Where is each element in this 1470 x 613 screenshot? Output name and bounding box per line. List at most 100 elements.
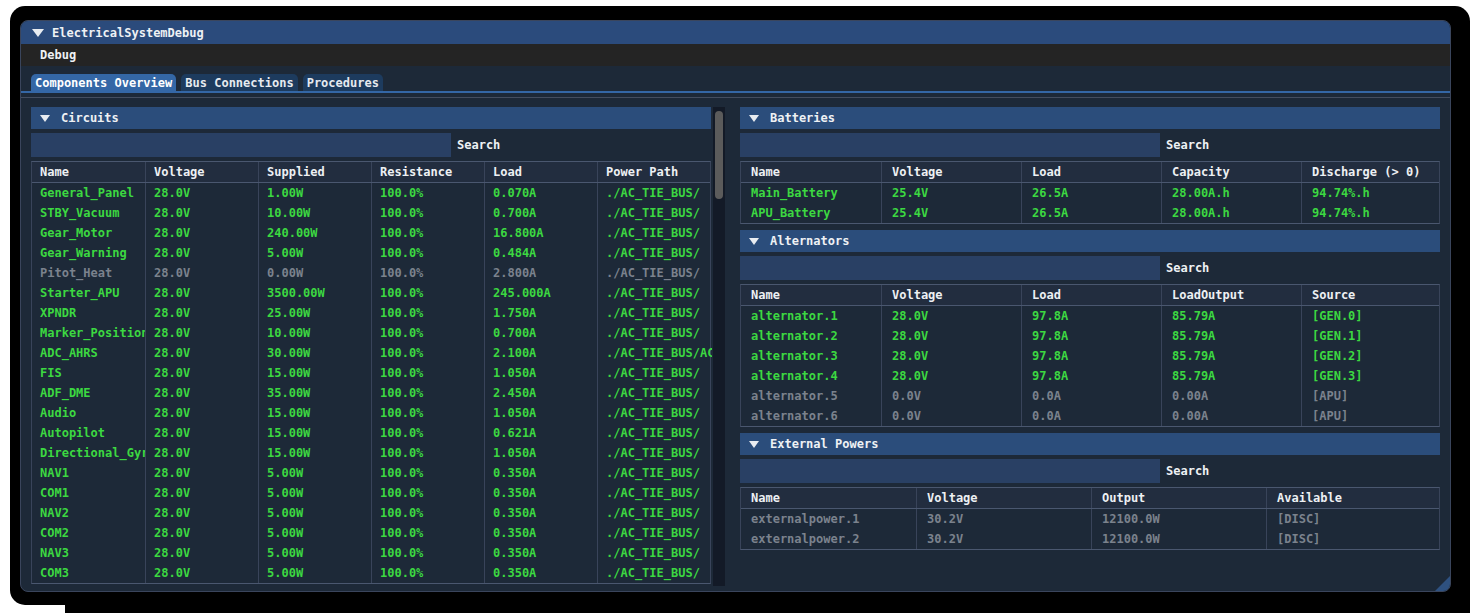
cell-loadoutput: 85.79A <box>1161 366 1301 386</box>
scrollbar-thumb[interactable] <box>715 111 723 199</box>
cell-load: 0.484A <box>484 243 597 263</box>
cell-output: 12100.0W <box>1091 509 1266 529</box>
cell-resistance: 100.0% <box>371 343 484 363</box>
table-row[interactable]: alternator.228.0V97.8A85.79A[GEN.1] <box>741 326 1439 346</box>
table-row[interactable]: Gear_Motor28.0V240.00W100.0%16.800A./AC_… <box>32 223 710 243</box>
resize-grip-icon[interactable] <box>1435 576 1450 591</box>
column-header-load[interactable]: Load <box>1021 285 1161 305</box>
column-header-output[interactable]: Output <box>1091 488 1266 508</box>
search-label: Search <box>1166 138 1209 152</box>
section-header-batteries[interactable]: Batteries <box>740 107 1440 129</box>
cell-name: COM2 <box>32 523 145 543</box>
cell-load: 0.0A <box>1021 386 1161 406</box>
cell-voltage: 28.0V <box>145 523 258 543</box>
column-header-name[interactable]: Name <box>32 162 145 182</box>
search-input[interactable] <box>31 133 451 157</box>
column-header-resistance[interactable]: Resistance <box>371 162 484 182</box>
column-header-voltage[interactable]: Voltage <box>916 488 1091 508</box>
cell-available: [DISC] <box>1266 509 1441 529</box>
search-input[interactable] <box>740 256 1160 280</box>
cell-name: COM1 <box>32 483 145 503</box>
column-header-load[interactable]: Load <box>1021 162 1161 182</box>
table-row[interactable]: ADF_DME28.0V35.00W100.0%2.450A./AC_TIE_B… <box>32 383 710 403</box>
cell-power-path: ./AC_TIE_BUS/ <box>597 243 712 263</box>
collapse-arrow-icon <box>40 115 50 122</box>
table-row[interactable]: Directional_Gyro28.0V15.00W100.0%1.050A.… <box>32 443 710 463</box>
table-header-row: NameVoltageOutputAvailable <box>741 488 1439 509</box>
search-input[interactable] <box>740 133 1160 157</box>
table-row[interactable]: Audio28.0V15.00W100.0%1.050A./AC_TIE_BUS… <box>32 403 710 423</box>
cell-power-path: ./AC_TIE_BUS/ <box>597 263 712 283</box>
column-header-load[interactable]: Load <box>484 162 597 182</box>
table-row[interactable]: alternator.60.0V0.0A0.00A[APU] <box>741 406 1439 426</box>
cell-output: 12100.0W <box>1091 529 1266 549</box>
column-header-name[interactable]: Name <box>741 285 881 305</box>
column-header-name[interactable]: Name <box>741 488 916 508</box>
column-header-supplied[interactable]: Supplied <box>258 162 371 182</box>
cell-name: COM3 <box>32 563 145 583</box>
table-row[interactable]: NAV228.0V5.00W100.0%0.350A./AC_TIE_BUS/ <box>32 503 710 523</box>
column-header-voltage[interactable]: Voltage <box>881 285 1021 305</box>
table-row[interactable]: Gear_Warning28.0V5.00W100.0%0.484A./AC_T… <box>32 243 710 263</box>
table-row[interactable]: APU_Battery25.4V26.5A28.00A.h94.74%.h <box>741 203 1439 223</box>
column-header-name[interactable]: Name <box>741 162 881 182</box>
table-row[interactable]: Starter_APU28.0V3500.00W100.0%245.000A./… <box>32 283 710 303</box>
menu-bar: Debug <box>21 44 1450 66</box>
cell-name: Gear_Motor <box>32 223 145 243</box>
cell-voltage: 28.0V <box>145 503 258 523</box>
cell-voltage: 28.0V <box>881 366 1021 386</box>
section-header-circuits[interactable]: Circuits <box>31 107 711 129</box>
column-header-loadoutput[interactable]: LoadOutput <box>1161 285 1301 305</box>
cell-voltage: 25.4V <box>881 183 1021 203</box>
table-row[interactable]: NAV128.0V5.00W100.0%0.350A./AC_TIE_BUS/ <box>32 463 710 483</box>
search-input[interactable] <box>740 459 1160 483</box>
table-row[interactable]: COM128.0V5.00W100.0%0.350A./AC_TIE_BUS/ <box>32 483 710 503</box>
cell-name: alternator.4 <box>741 366 881 386</box>
cell-power-path: ./AC_TIE_BUS/ <box>597 483 712 503</box>
cell-resistance: 100.0% <box>371 483 484 503</box>
column-header-available[interactable]: Available <box>1266 488 1441 508</box>
table-row[interactable]: externalpower.230.2V12100.0W[DISC] <box>741 529 1439 549</box>
table-row[interactable]: ADC_AHRS28.0V30.00W100.0%2.100A./AC_TIE_… <box>32 343 710 363</box>
column-header-voltage[interactable]: Voltage <box>881 162 1021 182</box>
cell-resistance: 100.0% <box>371 223 484 243</box>
table-row[interactable]: Autopilot28.0V15.00W100.0%0.621A./AC_TIE… <box>32 423 710 443</box>
cell-load: 0.0A <box>1021 406 1161 426</box>
table-row[interactable]: externalpower.130.2V12100.0W[DISC] <box>741 509 1439 529</box>
circuits-scrollbar[interactable] <box>713 107 725 586</box>
cell-supplied: 0.00W <box>258 263 371 283</box>
cell-resistance: 100.0% <box>371 463 484 483</box>
column-header-discharge-0-[interactable]: Discharge (> 0) <box>1301 162 1441 182</box>
table-row[interactable]: alternator.428.0V97.8A85.79A[GEN.3] <box>741 366 1439 386</box>
cell-voltage: 28.0V <box>145 303 258 323</box>
cell-supplied: 5.00W <box>258 483 371 503</box>
column-header-power-path[interactable]: Power Path <box>597 162 712 182</box>
electrical-system-debug-window: ElectricalSystemDebug Debug Components O… <box>20 20 1451 592</box>
section-header-external-powers[interactable]: External Powers <box>740 433 1440 455</box>
table-row[interactable]: FIS28.0V15.00W100.0%1.050A./AC_TIE_BUS/ <box>32 363 710 383</box>
table-row[interactable]: Pitot_Heat28.0V0.00W100.0%2.800A./AC_TIE… <box>32 263 710 283</box>
table-row[interactable]: General_Panel28.0V1.00W100.0%0.070A./AC_… <box>32 183 710 203</box>
column-header-voltage[interactable]: Voltage <box>145 162 258 182</box>
table-row[interactable]: alternator.128.0V97.8A85.79A[GEN.0] <box>741 306 1439 326</box>
table-row[interactable]: COM228.0V5.00W100.0%0.350A./AC_TIE_BUS/ <box>32 523 710 543</box>
menu-item-debug[interactable]: Debug <box>40 48 76 62</box>
cell-resistance: 100.0% <box>371 403 484 423</box>
window-collapse-arrow-icon[interactable] <box>32 29 44 37</box>
table-row[interactable]: COM328.0V5.00W100.0%0.350A./AC_TIE_BUS/ <box>32 563 710 583</box>
table-row[interactable]: alternator.328.0V97.8A85.79A[GEN.2] <box>741 346 1439 366</box>
cell-load: 26.5A <box>1021 183 1161 203</box>
cell-loadoutput: 85.79A <box>1161 346 1301 366</box>
window-titlebar[interactable]: ElectricalSystemDebug <box>21 21 1450 44</box>
column-header-source[interactable]: Source <box>1301 285 1441 305</box>
table-row[interactable]: Marker_Position28.0V10.00W100.0%0.700A./… <box>32 323 710 343</box>
table-row[interactable]: XPNDR28.0V25.00W100.0%1.750A./AC_TIE_BUS… <box>32 303 710 323</box>
table-row[interactable]: NAV328.0V5.00W100.0%0.350A./AC_TIE_BUS/ <box>32 543 710 563</box>
cell-voltage: 28.0V <box>145 263 258 283</box>
cell-voltage: 28.0V <box>145 223 258 243</box>
table-row[interactable]: STBY_Vacuum28.0V10.00W100.0%0.700A./AC_T… <box>32 203 710 223</box>
table-row[interactable]: alternator.50.0V0.0A0.00A[APU] <box>741 386 1439 406</box>
column-header-capacity[interactable]: Capacity <box>1161 162 1301 182</box>
section-header-alternators[interactable]: Alternators <box>740 230 1440 252</box>
table-row[interactable]: Main_Battery25.4V26.5A28.00A.h94.74%.h <box>741 183 1439 203</box>
